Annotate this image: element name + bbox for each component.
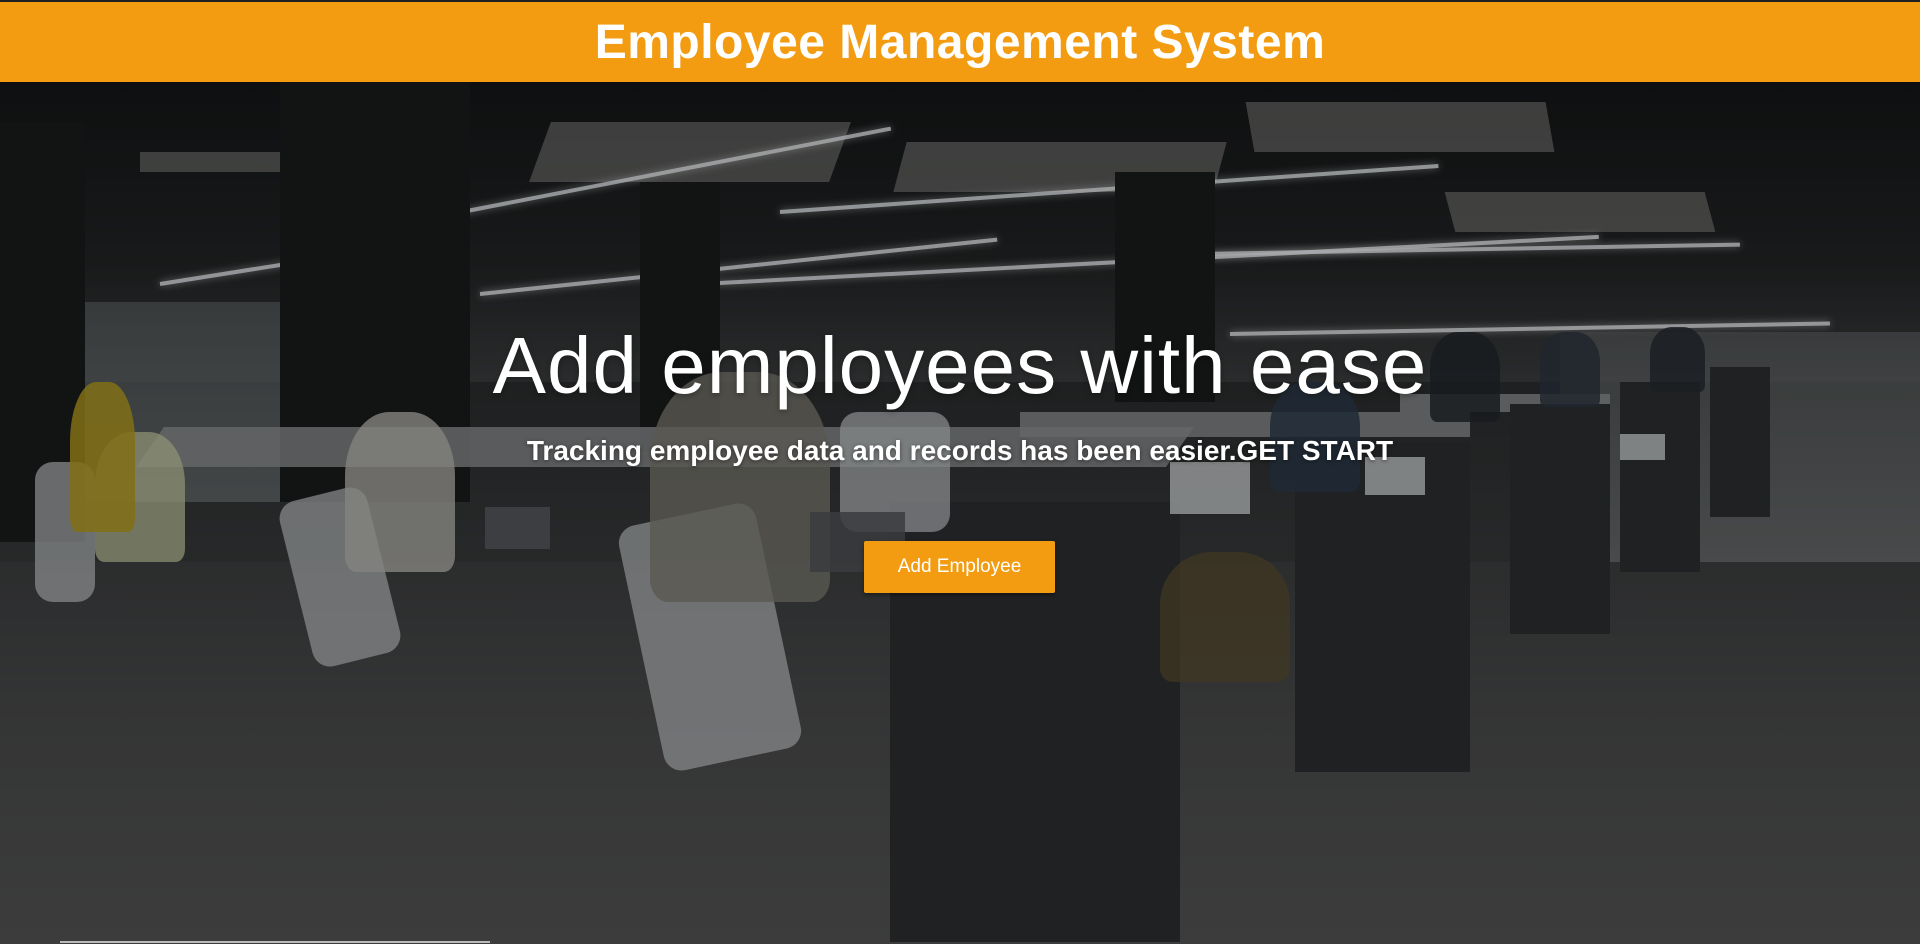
hero-section: Add employees with ease Tracking employe…: [0, 82, 1920, 944]
add-employee-button[interactable]: Add Employee: [864, 541, 1055, 593]
hero-subheading: Tracking employee data and records has b…: [526, 435, 1394, 466]
hero-content: Add employees with ease Tracking employe…: [0, 82, 1920, 944]
hero-heading: Add employees with ease: [492, 321, 1428, 410]
top-navbar: Employee Management System: [0, 0, 1920, 82]
app-title: Employee Management System: [594, 15, 1326, 69]
